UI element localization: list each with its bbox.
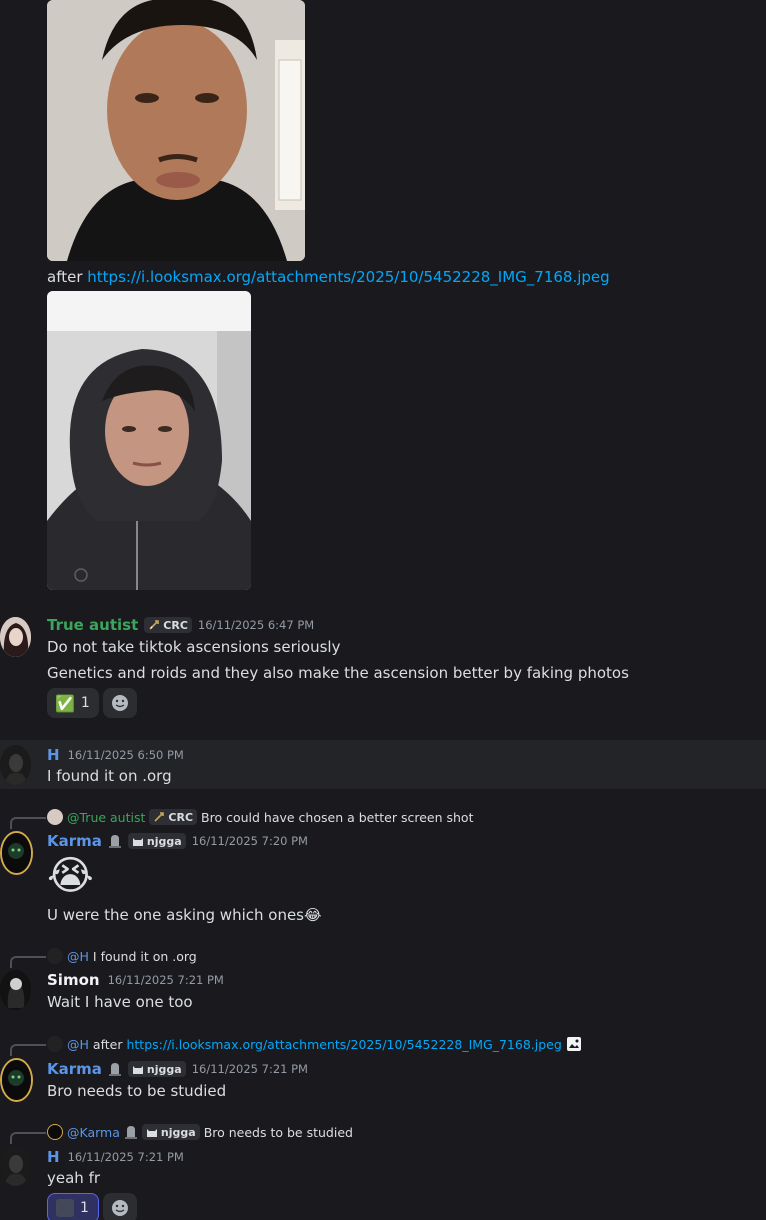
attachment-image-after[interactable]	[47, 291, 251, 590]
add-reaction-button[interactable]	[103, 1193, 137, 1220]
attachment-link[interactable]: https://i.looksmax.org/attachments/2025/…	[87, 268, 609, 286]
reply-preview[interactable]: @True autist CRC Bro could have chosen a…	[47, 809, 473, 825]
reply-text-prefix: after	[92, 1036, 123, 1052]
author-name[interactable]: Karma	[47, 832, 102, 850]
reply-mention[interactable]: @H	[67, 949, 89, 964]
message-header: Karma njgga 16/11/2025 7:20 PM	[47, 832, 308, 850]
reply-link[interactable]: https://i.looksmax.org/attachments/2025/…	[126, 1037, 561, 1052]
author-name[interactable]: H	[47, 1148, 60, 1166]
photo-after	[47, 291, 251, 590]
reply-preview[interactable]: @H after https://i.looksmax.org/attachme…	[47, 1036, 582, 1052]
avatar-image	[2, 833, 31, 873]
timestamp[interactable]: 16/11/2025 6:50 PM	[68, 748, 184, 762]
avatar-karma[interactable]	[0, 1058, 33, 1102]
reply-avatar	[47, 948, 63, 964]
tombstone-icon	[108, 1063, 121, 1076]
avatar-image	[2, 1060, 31, 1100]
badge-label: njgga	[146, 1062, 182, 1076]
badge-label: CRC	[163, 618, 188, 632]
message-header: Simon 16/11/2025 7:21 PM	[47, 971, 224, 989]
timestamp[interactable]: 16/11/2025 6:47 PM	[198, 618, 314, 632]
reply-mention[interactable]: @True autist	[67, 810, 145, 825]
reply-avatar	[47, 809, 63, 825]
author-name[interactable]: Karma	[47, 1060, 102, 1078]
role-badge[interactable]: njgga	[127, 833, 186, 849]
image-attachment-icon	[566, 1037, 581, 1051]
reaction-count: 1	[80, 695, 90, 711]
message-header: H 16/11/2025 7:21 PM	[47, 1148, 184, 1166]
reply-spine	[10, 1044, 46, 1056]
photo-before	[47, 0, 305, 261]
tombstone-icon	[124, 1126, 137, 1139]
message-header: Karma njgga 16/11/2025 7:21 PM	[47, 1060, 308, 1078]
message-line: U were the one asking which ones😂	[47, 906, 322, 924]
reply-avatar	[47, 1124, 63, 1140]
author-name[interactable]: Simon	[47, 971, 100, 989]
avatar-image	[0, 970, 31, 1010]
avatar-simon[interactable]	[0, 970, 31, 1010]
smiley-add-icon	[112, 1200, 128, 1216]
caption-prefix: after	[47, 268, 83, 286]
message-line: Bro needs to be studied	[47, 1082, 227, 1100]
reaction-count: 1	[80, 1200, 89, 1216]
reply-text: Bro could have chosen a better screen sh…	[201, 809, 474, 825]
role-badge[interactable]: CRC	[144, 617, 192, 633]
reply-text: Bro needs to be studied	[203, 1124, 353, 1140]
reaction-image[interactable]: 1	[47, 1193, 99, 1220]
author-name[interactable]: True autist	[47, 616, 138, 634]
reply-mention[interactable]: @H	[67, 1037, 89, 1052]
reply-badge: CRC	[149, 809, 198, 825]
role-badge[interactable]: njgga	[127, 1061, 186, 1077]
reply-preview[interactable]: @Karma njgga Bro needs to be studied	[47, 1124, 353, 1140]
reply-spine	[10, 1132, 46, 1144]
sword-icon	[149, 620, 160, 630]
reaction-check[interactable]: ✅ 1	[47, 688, 99, 718]
message-header: True autist CRC 16/11/2025 6:47 PM	[47, 616, 314, 634]
timestamp[interactable]: 16/11/2025 7:21 PM	[108, 973, 224, 987]
avatar-image	[0, 1146, 31, 1186]
author-name[interactable]: H	[47, 746, 60, 764]
sword-icon	[154, 812, 165, 822]
add-reaction-button[interactable]	[103, 688, 137, 718]
reply-mention[interactable]: @Karma	[67, 1125, 120, 1140]
attachment-image-before[interactable]	[47, 0, 305, 261]
message-line: Do not take tiktok ascensions seriously	[47, 638, 341, 656]
reaction-image-icon	[56, 1199, 74, 1217]
avatar-image	[0, 617, 31, 657]
avatar-h[interactable]	[0, 745, 31, 785]
message-line: Wait I have one too	[47, 993, 193, 1011]
message-line: I found it on .org	[47, 767, 172, 785]
badge-label: CRC	[168, 810, 194, 824]
check-emoji-icon: ✅	[55, 693, 75, 713]
reply-preview[interactable]: @H I found it on .org	[47, 948, 197, 964]
reply-avatar	[47, 1036, 63, 1052]
message-header: H 16/11/2025 6:50 PM	[47, 746, 184, 764]
badge-label: njgga	[146, 834, 182, 848]
cat-icon	[132, 1066, 143, 1074]
avatar-h[interactable]	[0, 1146, 31, 1186]
timestamp[interactable]: 16/11/2025 7:20 PM	[192, 834, 308, 848]
reply-badge: njgga	[141, 1124, 200, 1140]
avatar-true-autist[interactable]	[0, 617, 31, 657]
attachment-caption: after https://i.looksmax.org/attachments…	[47, 268, 610, 286]
avatar-karma[interactable]	[0, 831, 33, 875]
avatar-image	[0, 745, 31, 785]
reply-spine	[10, 817, 46, 829]
large-emoji: 😭	[47, 853, 94, 899]
timestamp[interactable]: 16/11/2025 7:21 PM	[192, 1062, 308, 1076]
message-line: yeah fr	[47, 1169, 101, 1187]
badge-label: njgga	[160, 1125, 196, 1139]
cat-icon	[146, 1129, 157, 1137]
message-line: Genetics and roids and they also make th…	[47, 664, 629, 682]
tombstone-icon	[108, 835, 121, 848]
smiley-add-icon	[112, 695, 128, 711]
reply-spine	[10, 956, 46, 968]
cat-icon	[132, 838, 143, 846]
timestamp[interactable]: 16/11/2025 7:21 PM	[68, 1150, 184, 1164]
reply-text: I found it on .org	[92, 948, 197, 964]
